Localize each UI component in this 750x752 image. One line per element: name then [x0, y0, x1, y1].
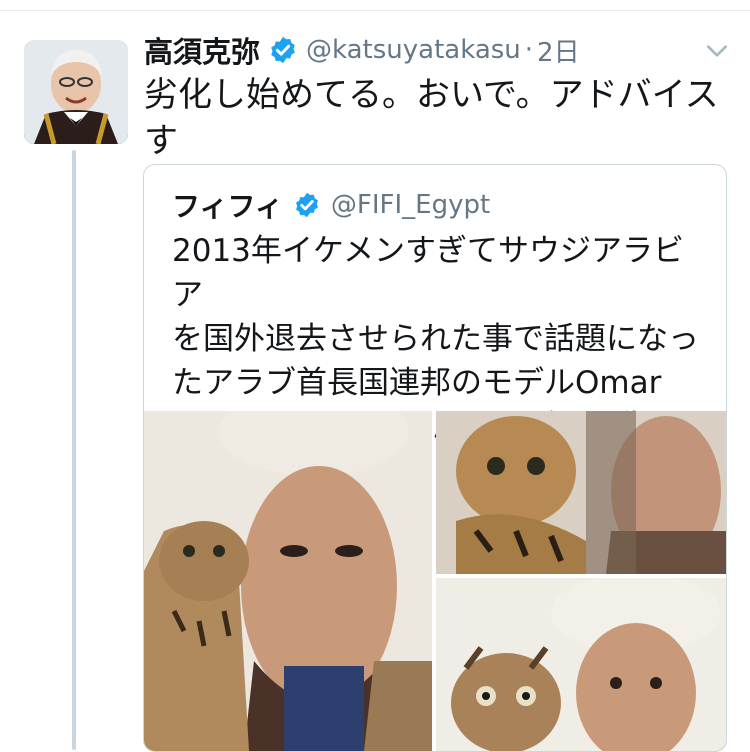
media-photo-2[interactable]: [436, 411, 726, 574]
media-photo-3[interactable]: [436, 578, 726, 751]
avatar-image: [24, 40, 128, 144]
quoted-author-handle: @FIFI_Egypt: [330, 190, 491, 220]
media-photo-1[interactable]: [144, 411, 432, 751]
tweet-header: 高須克弥 @katsuyatakasu · 2日: [144, 28, 580, 72]
thread-line: [72, 150, 76, 750]
author-handle[interactable]: @katsuyatakasu: [306, 35, 521, 65]
quoted-tweet-header: フィフィ @FIFI_Egypt: [172, 185, 490, 225]
media-grid: [144, 411, 726, 751]
verified-badge-icon: [293, 191, 321, 219]
verified-badge-icon: [268, 35, 298, 65]
top-divider: [0, 10, 750, 11]
tweet-timestamp[interactable]: 2日: [537, 32, 580, 69]
author-avatar[interactable]: [24, 40, 128, 144]
author-name[interactable]: 高須克弥: [144, 29, 260, 71]
quoted-author-name: フィフィ: [172, 190, 283, 223]
chevron-down-icon[interactable]: [704, 38, 730, 64]
separator-dot: ·: [524, 35, 534, 65]
quoted-tweet-card[interactable]: フィフィ @FIFI_Egypt 2013年イケメンすぎてサウジアラビア を国外…: [143, 164, 727, 752]
